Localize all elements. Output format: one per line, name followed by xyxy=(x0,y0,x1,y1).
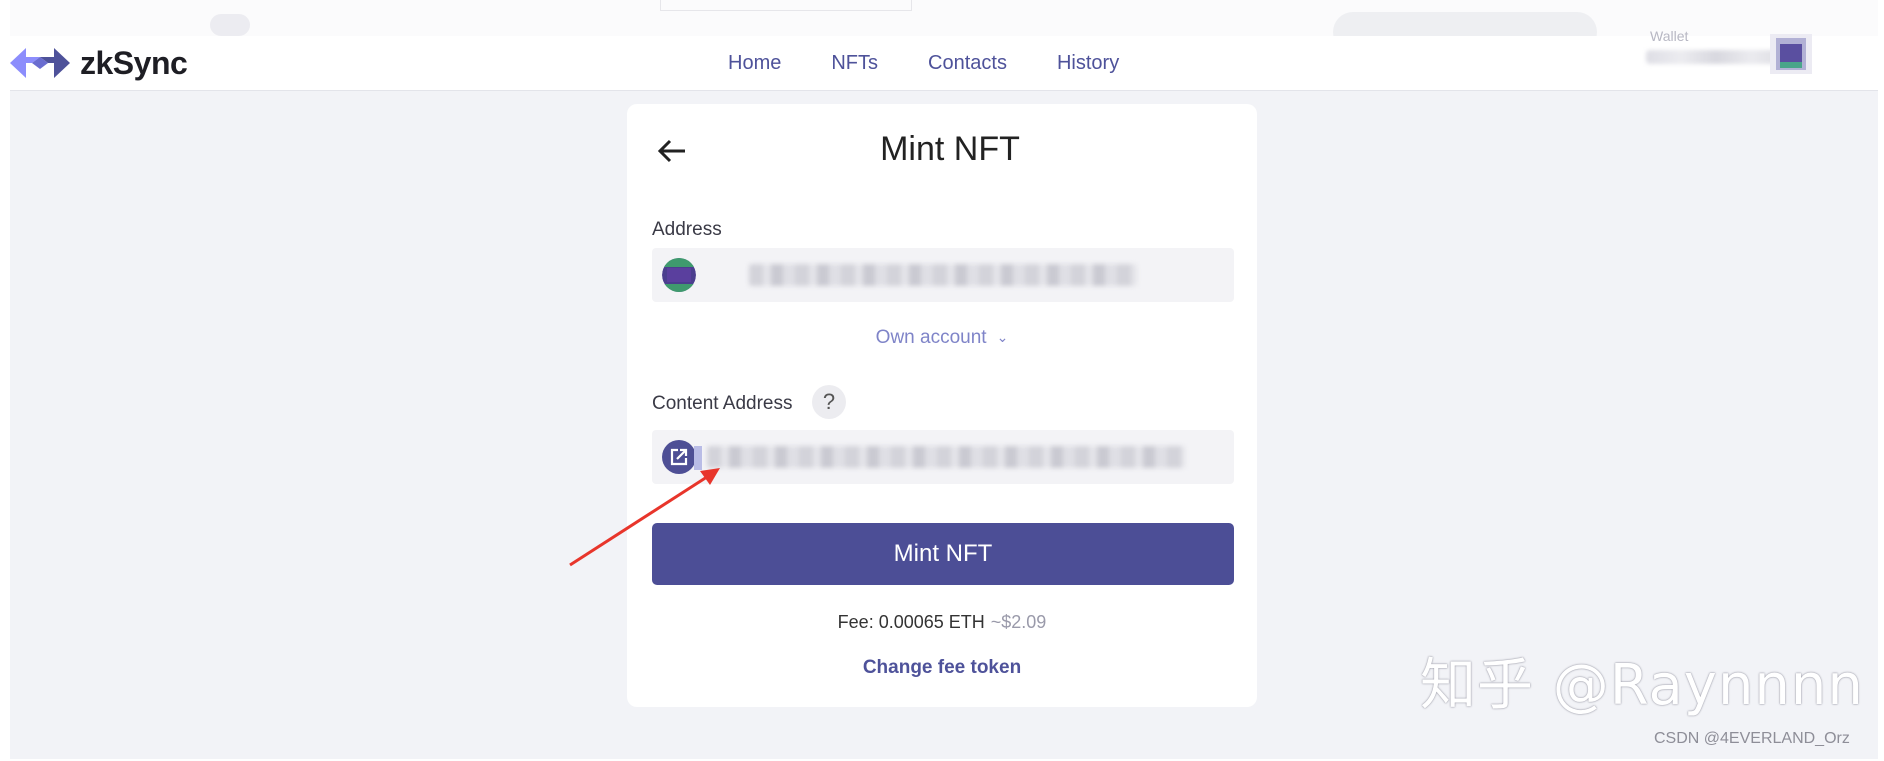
help-icon[interactable]: ? xyxy=(812,385,846,419)
red-annotation-arrow xyxy=(569,468,720,567)
screenshot-border-right xyxy=(1878,0,1884,761)
fee-info: Fee: 0.00065 ETH ~$2.09 xyxy=(627,612,1257,633)
fee-amount: Fee: 0.00065 ETH xyxy=(837,612,985,632)
fee-usd: ~$2.09 xyxy=(990,612,1047,632)
nav-contacts[interactable]: Contacts xyxy=(928,52,1007,75)
address-field[interactable] xyxy=(652,248,1234,302)
brand-name: zkSync xyxy=(80,44,188,81)
page-title: Mint NFT xyxy=(880,130,1020,168)
nav-home[interactable]: Home xyxy=(728,52,781,75)
wallet-avatar xyxy=(1770,34,1812,74)
content-address-label: Content Address xyxy=(652,393,793,414)
chevron-down-icon: ⌄ xyxy=(996,329,1009,346)
change-fee-token-link[interactable]: Change fee token xyxy=(627,657,1257,679)
zhihu-watermark: 知乎 @Raynnnn xyxy=(1420,653,1864,718)
mint-nft-button[interactable]: Mint NFT xyxy=(652,523,1234,585)
ghost-input xyxy=(660,0,912,11)
screenshot-border-left xyxy=(0,0,10,761)
brand-logo[interactable]: zkSync xyxy=(10,36,188,90)
background-page-strip xyxy=(10,0,1878,52)
wallet-dropdown[interactable]: Wallet xyxy=(1640,28,1840,92)
address-value-redacted xyxy=(749,264,1137,286)
main-nav: Home NFTs Contacts History xyxy=(728,36,1169,90)
wallet-label: Wallet xyxy=(1650,28,1689,44)
address-label: Address xyxy=(652,219,722,240)
content-address-field[interactable] xyxy=(652,430,1234,484)
zksync-logo-icon xyxy=(10,48,70,78)
top-navbar: zkSync Home NFTs Contacts History Wallet xyxy=(10,28,1878,91)
own-account-selector[interactable]: Own account ⌄ xyxy=(627,327,1257,349)
nav-history[interactable]: History xyxy=(1057,52,1119,75)
csdn-watermark: CSDN @4EVERLAND_Orz xyxy=(1654,730,1850,747)
wallet-address-redacted xyxy=(1646,50,1786,64)
mint-nft-card: Mint NFT Address Own account ⌄ Content Ad… xyxy=(627,104,1257,707)
own-account-label: Own account xyxy=(875,327,987,348)
nav-nfts[interactable]: NFTs xyxy=(831,52,878,75)
ghost-toggle xyxy=(210,14,250,36)
content-address-value-redacted xyxy=(707,446,1185,468)
address-avatar xyxy=(662,258,696,292)
